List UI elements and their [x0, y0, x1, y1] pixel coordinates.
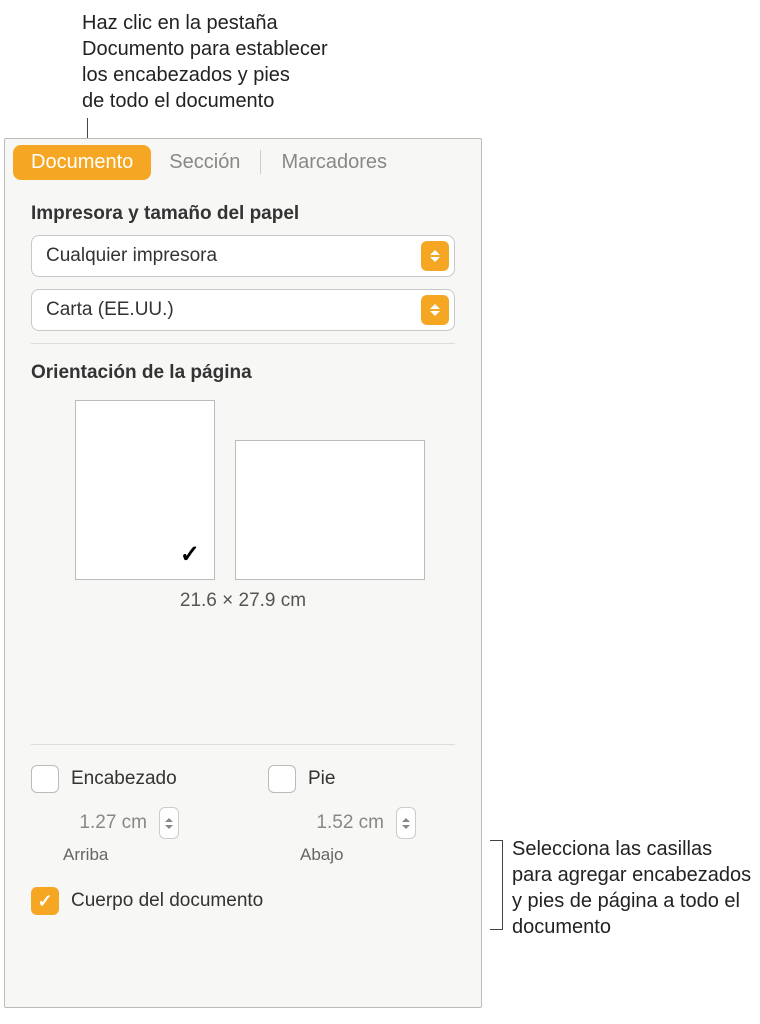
callout-top-leader	[87, 118, 88, 140]
callout-top-text: Haz clic en la pestañaDocumento para est…	[82, 10, 328, 114]
callout-right-text: Selecciona las casillas para agregar enc…	[512, 836, 752, 940]
tab-bookmarks[interactable]: Marcadores	[263, 145, 405, 180]
orientation-landscape-button[interactable]	[235, 440, 425, 580]
footer-margin-input[interactable]	[290, 807, 390, 839]
page-dimensions-text: 21.6 × 27.9 cm	[31, 590, 455, 612]
printer-paper-title: Impresora y tamaño del papel	[31, 203, 455, 225]
document-body-checkbox[interactable]	[31, 887, 59, 915]
paper-size-dropdown[interactable]: Carta (EE.UU.)	[31, 289, 455, 331]
tab-document[interactable]: Documento	[13, 145, 151, 180]
updown-arrows-icon	[421, 241, 449, 271]
footer-checkbox[interactable]	[268, 765, 296, 793]
header-margin-stepper[interactable]	[159, 807, 179, 839]
printer-dropdown[interactable]: Cualquier impresora	[31, 235, 455, 277]
tabs-bar: Documento Sección Marcadores	[5, 139, 481, 185]
document-inspector-panel: Documento Sección Marcadores Impresora y…	[4, 138, 482, 1008]
header-footer-row: Encabezado Arriba Pie Abajo	[5, 745, 481, 865]
tab-section[interactable]: Sección	[151, 145, 258, 180]
document-body-label: Cuerpo del documento	[71, 890, 263, 912]
orientation-section: Orientación de la página ✓ 21.6 × 27.9 c…	[5, 344, 481, 612]
updown-arrows-icon	[421, 295, 449, 325]
callout-right-bracket	[490, 840, 504, 930]
header-margin-input[interactable]	[53, 807, 153, 839]
header-position-label: Arriba	[63, 845, 218, 865]
header-checkbox[interactable]	[31, 765, 59, 793]
orientation-options: ✓	[75, 400, 455, 580]
footer-position-label: Abajo	[300, 845, 455, 865]
document-body-row: Cuerpo del documento	[5, 865, 481, 915]
paper-size-dropdown-value: Carta (EE.UU.)	[32, 299, 421, 321]
footer-margin-stepper[interactable]	[396, 807, 416, 839]
printer-paper-section: Impresora y tamaño del papel Cualquier i…	[5, 185, 481, 331]
printer-dropdown-value: Cualquier impresora	[32, 245, 421, 267]
orientation-portrait-button[interactable]: ✓	[75, 400, 215, 580]
tab-separator	[260, 150, 261, 174]
footer-column: Pie Abajo	[268, 765, 455, 865]
checkmark-icon: ✓	[180, 540, 200, 569]
header-column: Encabezado Arriba	[31, 765, 218, 865]
footer-checkbox-label: Pie	[308, 768, 335, 790]
orientation-title: Orientación de la página	[31, 362, 455, 384]
header-checkbox-label: Encabezado	[71, 768, 177, 790]
